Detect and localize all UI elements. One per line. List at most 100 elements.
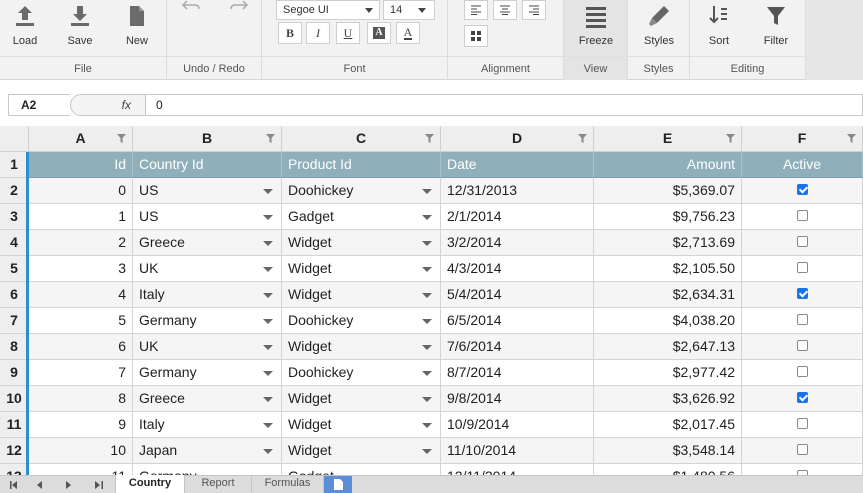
dropdown-arrow-icon[interactable] (263, 449, 273, 454)
row-number[interactable]: 13 (0, 464, 29, 475)
dropdown-arrow-icon[interactable] (263, 397, 273, 402)
align-left-button[interactable] (464, 0, 488, 20)
row-number[interactable]: 5 (0, 256, 29, 282)
cell-amount[interactable]: $5,369.07 (594, 178, 742, 204)
bold-button[interactable]: B (278, 22, 302, 44)
dropdown-arrow-icon[interactable] (263, 215, 273, 220)
align-right-button[interactable] (522, 0, 546, 20)
cell-country-id[interactable]: UK (133, 334, 282, 360)
styles-button[interactable]: Styles (634, 0, 684, 56)
cell-product-id[interactable]: Widget (282, 256, 441, 282)
cell-country-id[interactable]: US (133, 204, 282, 230)
column-header-f[interactable]: F (742, 126, 863, 152)
row-number[interactable]: 2 (0, 178, 29, 204)
undo-button[interactable] (181, 0, 203, 12)
column-header-e[interactable]: E (594, 126, 742, 152)
cell-product-id[interactable]: Widget (282, 334, 441, 360)
active-checkbox[interactable] (796, 287, 808, 299)
cell-amount[interactable]: $3,626.92 (594, 386, 742, 412)
fill-color-button[interactable]: A (367, 22, 391, 44)
cell-id[interactable]: 1 (29, 204, 133, 230)
cell-date[interactable]: 12/31/2013 (441, 178, 594, 204)
active-checkbox[interactable] (796, 209, 808, 221)
cell-id[interactable]: 0 (29, 178, 133, 204)
dropdown-arrow-icon[interactable] (263, 345, 273, 350)
last-sheet-button[interactable] (85, 476, 113, 493)
filter-icon[interactable] (578, 134, 587, 143)
active-checkbox[interactable] (796, 339, 808, 351)
column-header-a[interactable]: A (29, 126, 133, 152)
cell-id[interactable]: 5 (29, 308, 133, 334)
active-checkbox[interactable] (796, 183, 808, 195)
cell-country-id[interactable]: Italy (133, 282, 282, 308)
dropdown-arrow-icon[interactable] (263, 267, 273, 272)
cell-product-id[interactable]: Widget (282, 438, 441, 464)
sheet-tab-country[interactable]: Country (115, 475, 185, 493)
cell-id[interactable]: 3 (29, 256, 133, 282)
cell-product-id[interactable]: Gadget (282, 204, 441, 230)
cell-active[interactable] (742, 464, 863, 475)
dropdown-arrow-icon[interactable] (422, 423, 432, 428)
sort-button[interactable]: Sort (694, 0, 744, 56)
active-checkbox[interactable] (796, 417, 808, 429)
dropdown-arrow-icon[interactable] (263, 241, 273, 246)
align-center-button[interactable] (493, 0, 517, 20)
cell-id[interactable]: 11 (29, 464, 133, 475)
cell-country-id[interactable]: UK (133, 256, 282, 282)
row-number[interactable]: 3 (0, 204, 29, 230)
cell-date[interactable]: 3/2/2014 (441, 230, 594, 256)
cell-active[interactable] (742, 386, 863, 412)
filter-icon[interactable] (266, 134, 275, 143)
active-checkbox[interactable] (796, 235, 808, 247)
font-size-select[interactable]: 14 (383, 0, 435, 20)
first-sheet-button[interactable] (0, 476, 28, 493)
cell-active[interactable] (742, 360, 863, 386)
cell-country-id[interactable]: Germany (133, 360, 282, 386)
load-button[interactable]: Load (0, 0, 50, 56)
dropdown-arrow-icon[interactable] (263, 293, 273, 298)
active-checkbox[interactable] (796, 365, 808, 377)
cell-active[interactable] (742, 178, 863, 204)
cell-date[interactable]: 9/8/2014 (441, 386, 594, 412)
header-cell-date[interactable]: Date (441, 152, 594, 178)
sheet-tab-report[interactable]: Report (185, 475, 252, 493)
cell-active[interactable] (742, 204, 863, 230)
cell-product-id[interactable]: Gadget (282, 464, 441, 475)
dropdown-arrow-icon[interactable] (263, 319, 273, 324)
cell-amount[interactable]: $2,634.31 (594, 282, 742, 308)
formula-input[interactable]: 0 (145, 94, 863, 116)
filter-icon[interactable] (847, 134, 856, 143)
row-number[interactable]: 11 (0, 412, 29, 438)
dropdown-arrow-icon[interactable] (422, 241, 432, 246)
cell-country-id[interactable]: US (133, 178, 282, 204)
row-number[interactable]: 12 (0, 438, 29, 464)
add-sheet-button[interactable] (324, 476, 352, 493)
select-all-corner[interactable] (0, 126, 29, 152)
cell-id[interactable]: 4 (29, 282, 133, 308)
cell-amount[interactable]: $3,548.14 (594, 438, 742, 464)
row-number[interactable]: 6 (0, 282, 29, 308)
cell-amount[interactable]: $9,756.23 (594, 204, 742, 230)
cell-date[interactable]: 2/1/2014 (441, 204, 594, 230)
cell-amount[interactable]: $4,038.20 (594, 308, 742, 334)
dropdown-arrow-icon[interactable] (422, 345, 432, 350)
cell-id[interactable]: 8 (29, 386, 133, 412)
cell-amount[interactable]: $1,480.56 (594, 464, 742, 475)
cell-active[interactable] (742, 438, 863, 464)
cell-country-id[interactable]: Greece (133, 230, 282, 256)
filter-icon[interactable] (117, 134, 126, 143)
row-number[interactable]: 10 (0, 386, 29, 412)
cell-country-id[interactable]: Greece (133, 386, 282, 412)
row-number[interactable]: 7 (0, 308, 29, 334)
dropdown-arrow-icon[interactable] (263, 371, 273, 376)
next-sheet-button[interactable] (55, 476, 83, 493)
cell-date[interactable]: 7/6/2014 (441, 334, 594, 360)
cell-country-id[interactable]: Italy (133, 412, 282, 438)
cell-product-id[interactable]: Widget (282, 230, 441, 256)
cell-product-id[interactable]: Doohickey (282, 360, 441, 386)
active-checkbox[interactable] (796, 443, 808, 455)
font-color-button[interactable]: A (396, 22, 420, 44)
cell-date[interactable]: 12/11/2014 (441, 464, 594, 475)
filter-button[interactable]: Filter (751, 0, 801, 56)
font-family-select[interactable]: Segoe UI (276, 0, 380, 20)
